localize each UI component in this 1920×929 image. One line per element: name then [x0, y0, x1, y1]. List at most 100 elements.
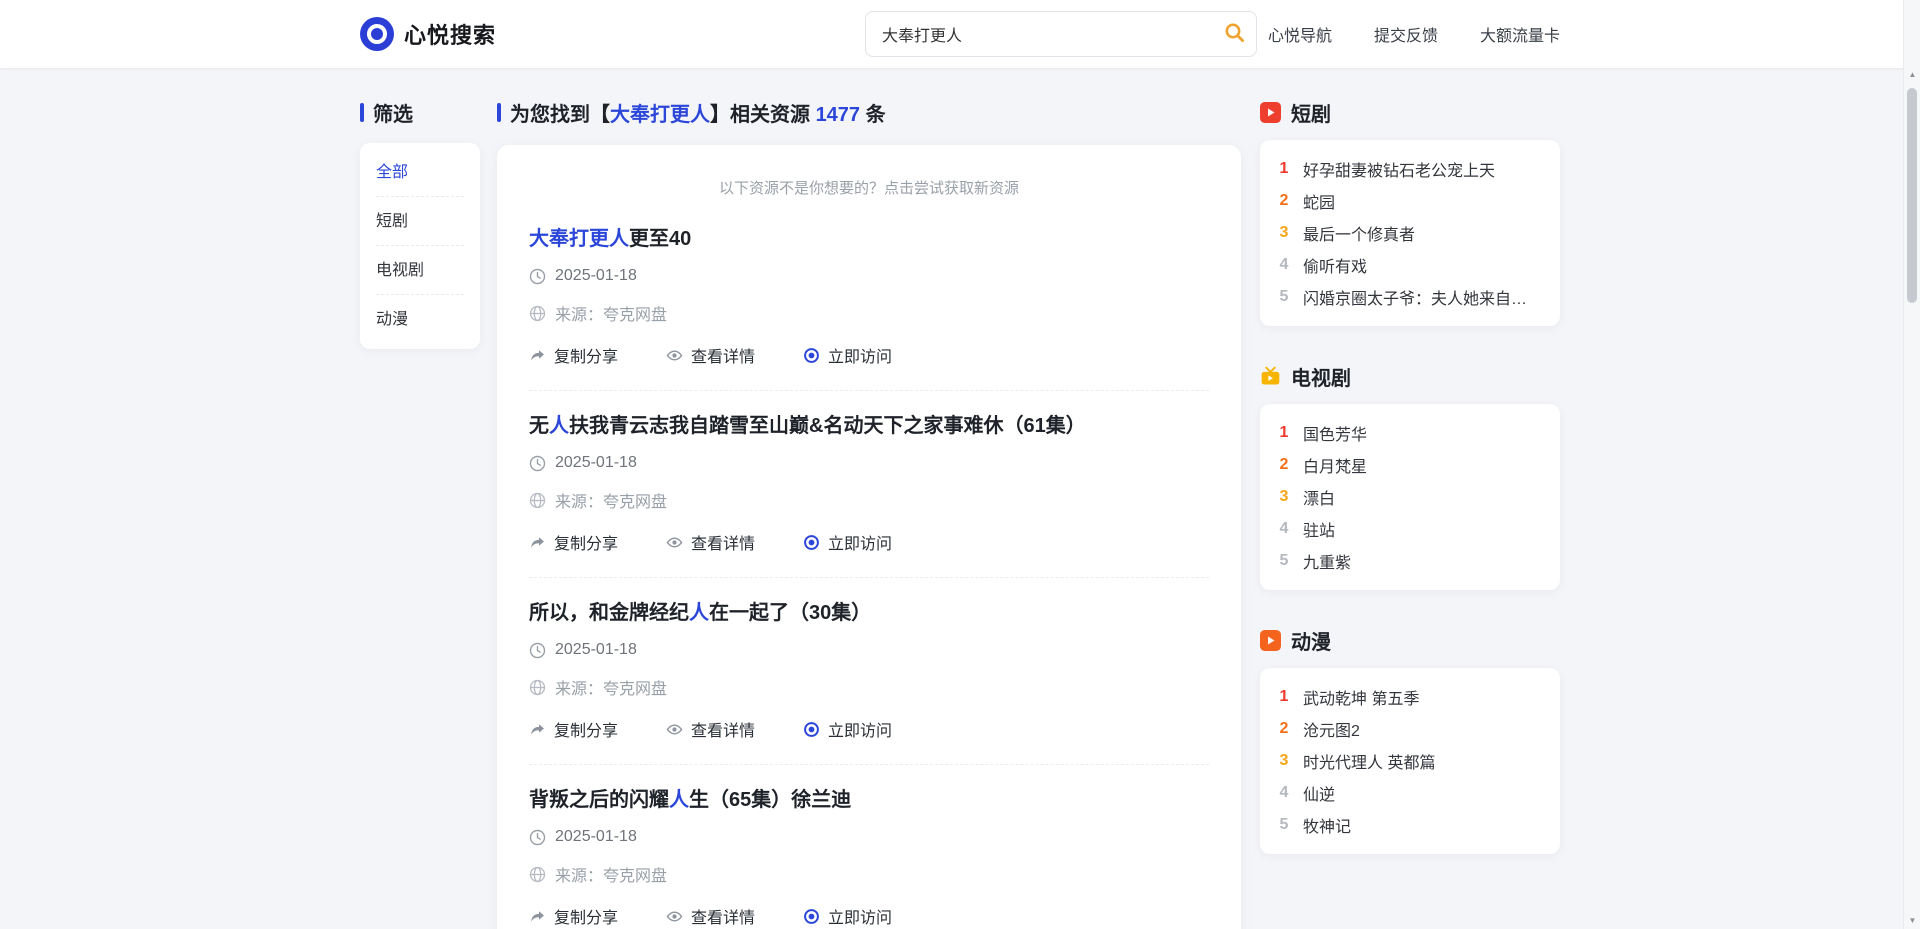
rank-title: 沧元图2 [1303, 717, 1360, 741]
refresh-notice[interactable]: 以下资源不是你想要的？点击尝试获取新资源 [529, 177, 1209, 198]
rank-title: 牧神记 [1303, 813, 1351, 837]
panel-title: 动漫 [1291, 626, 1331, 655]
rank-list: 1 武动乾坤 第五季 2 沧元图2 3时光代理人 英都篇 4 仙逆 5牧神记 [1260, 668, 1560, 854]
view-detail-button[interactable]: 查看详情 [666, 343, 755, 367]
visit-now-button[interactable]: 立即访问 [803, 717, 892, 741]
eye-icon [666, 534, 683, 551]
share-icon [529, 347, 546, 364]
scrollbar-thumb[interactable] [1907, 88, 1917, 303]
result-source: 来源：夸克网盘 [529, 301, 1209, 325]
result-title[interactable]: 无人扶我青云志我自踏雪至山巅&名动天下之家事难休（61集） [529, 409, 1209, 438]
logo-icon [360, 17, 394, 51]
copy-share-button[interactable]: 复制分享 [529, 717, 618, 741]
nav-link-data-card[interactable]: 大额流量卡 [1480, 22, 1560, 46]
filter-item-all[interactable]: 全部 [376, 148, 464, 197]
rank-item[interactable]: 4驻站 [1278, 513, 1542, 545]
rank-number: 2 [1278, 456, 1290, 474]
scrollbar[interactable]: ▲ ▼ [1903, 0, 1920, 929]
result-title[interactable]: 所以，和金牌经纪人在一起了（30集） [529, 596, 1209, 625]
logo[interactable]: 心悦搜索 [360, 17, 496, 51]
rank-number: 1 [1278, 688, 1290, 706]
rank-item[interactable]: 2白月梵星 [1278, 449, 1542, 481]
rank-title: 仙逆 [1303, 781, 1335, 805]
search-input[interactable] [865, 11, 1257, 57]
panel-shortdrama: 短剧 1好孕甜妻被钻石老公宠上天2蛇园 3 最后一个修真者 4偷听有戏 5 闪婚京圈太子爷… [1260, 100, 1560, 326]
rank-number: 1 [1278, 424, 1290, 442]
rank-item[interactable]: 5 闪婚京圈太子爷：夫人她来自农村 [1278, 281, 1542, 313]
rank-number: 3 [1278, 488, 1290, 506]
result-title[interactable]: 背叛之后的闪耀人生（65集）徐兰迪 [529, 783, 1209, 812]
rank-number: 4 [1278, 784, 1290, 802]
rank-title: 闪婚京圈太子爷：夫人她来自农村 [1303, 285, 1542, 309]
result-date: 2025-01-18 [529, 454, 1209, 472]
results-summary: 为您找到【大奉打更人】相关资源 1477 条 [510, 98, 886, 127]
visit-now-button[interactable]: 立即访问 [803, 530, 892, 554]
page-content: 筛选 全部 短剧 电视剧 动漫 为您找到【大奉打更人】相关资源 1477 条 以… [360, 100, 1560, 929]
visit-now-button[interactable]: 立即访问 [803, 904, 892, 928]
nav-link-feedback[interactable]: 提交反馈 [1374, 22, 1438, 46]
share-icon [529, 534, 546, 551]
rank-title: 最后一个修真者 [1303, 221, 1415, 245]
target-icon [803, 721, 820, 738]
result-actions: 复制分享 查看详情 立即访问 [529, 717, 1209, 741]
result-title[interactable]: 大奉打更人更至40 [529, 222, 1209, 251]
copy-share-button[interactable]: 复制分享 [529, 904, 618, 928]
rank-item[interactable]: 1国色芳华 [1278, 417, 1542, 449]
copy-share-button[interactable]: 复制分享 [529, 530, 618, 554]
results-column: 为您找到【大奉打更人】相关资源 1477 条 以下资源不是你想要的？点击尝试获取… [497, 100, 1241, 929]
visit-now-button[interactable]: 立即访问 [803, 343, 892, 367]
rank-title: 漂白 [1303, 485, 1335, 509]
rank-item[interactable]: 1好孕甜妻被钻石老公宠上天 [1278, 153, 1542, 185]
rank-item[interactable]: 2 沧元图2 [1278, 713, 1542, 745]
rank-item[interactable]: 5九重紫 [1278, 545, 1542, 577]
result-item: 背叛之后的闪耀人生（65集）徐兰迪 2025-01-18 来源：夸克网盘复制分享 查看… [529, 765, 1209, 929]
rank-title: 蛇园 [1303, 189, 1335, 213]
rank-number: 4 [1278, 256, 1290, 274]
play-red-icon [1260, 102, 1281, 123]
filter-item-anime[interactable]: 动漫 [376, 295, 464, 344]
result-date: 2025-01-18 [529, 828, 1209, 846]
eye-icon [666, 347, 683, 364]
rank-item[interactable]: 5牧神记 [1278, 809, 1542, 841]
result-source: 来源：夸克网盘 [529, 488, 1209, 512]
eye-icon [666, 721, 683, 738]
rank-number: 2 [1278, 720, 1290, 738]
rank-title: 九重紫 [1303, 549, 1351, 573]
rank-item[interactable]: 4 仙逆 [1278, 777, 1542, 809]
rank-item[interactable]: 1 武动乾坤 第五季 [1278, 681, 1542, 713]
search-button[interactable] [1215, 15, 1253, 53]
copy-share-button[interactable]: 复制分享 [529, 343, 618, 367]
search-bar [865, 11, 1257, 57]
view-detail-button[interactable]: 查看详情 [666, 717, 755, 741]
rank-item[interactable]: 3 最后一个修真者 [1278, 217, 1542, 249]
rank-title: 驻站 [1303, 517, 1335, 541]
results-heading: 为您找到【大奉打更人】相关资源 1477 条 [497, 100, 1241, 124]
panel-heading: 短剧 [1260, 100, 1560, 124]
rank-list: 1国色芳华2白月梵星 3 漂白 4驻站5九重紫 [1260, 404, 1560, 590]
rank-number: 3 [1278, 224, 1290, 242]
result-item: 无人扶我青云志我自踏雪至山巅&名动天下之家事难休（61集） 2025-01-18 来… [529, 391, 1209, 578]
rank-title: 时光代理人 英都篇 [1303, 749, 1435, 773]
result-source: 来源：夸克网盘 [529, 862, 1209, 886]
nav-link-navigation[interactable]: 心悦导航 [1268, 22, 1332, 46]
scroll-down-button[interactable]: ▼ [1904, 912, 1920, 929]
rank-item[interactable]: 3 漂白 [1278, 481, 1542, 513]
panel-anime: 动漫 1 武动乾坤 第五季 2 沧元图2 3时光代理人 英都篇 4 仙逆 5牧神记 [1260, 628, 1560, 854]
view-detail-button[interactable]: 查看详情 [666, 530, 755, 554]
scroll-up-button[interactable]: ▲ [1904, 66, 1920, 83]
eye-icon [666, 908, 683, 925]
globe-icon [529, 492, 546, 509]
result-item: 大奉打更人更至402025-01-18来源：夸克网盘复制分享查看详情立即访问 [529, 204, 1209, 391]
rank-title: 武动乾坤 第五季 [1303, 685, 1419, 709]
rank-item[interactable]: 4偷听有戏 [1278, 249, 1542, 281]
view-detail-button[interactable]: 查看详情 [666, 904, 755, 928]
result-date: 2025-01-18 [529, 641, 1209, 659]
rank-item[interactable]: 3时光代理人 英都篇 [1278, 745, 1542, 777]
filter-column: 筛选 全部 短剧 电视剧 动漫 [360, 100, 480, 349]
logo-text: 心悦搜索 [404, 18, 496, 50]
filter-item-shortdrama[interactable]: 短剧 [376, 197, 464, 246]
rank-item[interactable]: 2蛇园 [1278, 185, 1542, 217]
accent-bar [360, 103, 364, 122]
filter-item-tvseries[interactable]: 电视剧 [376, 246, 464, 295]
rank-number: 5 [1278, 288, 1290, 306]
